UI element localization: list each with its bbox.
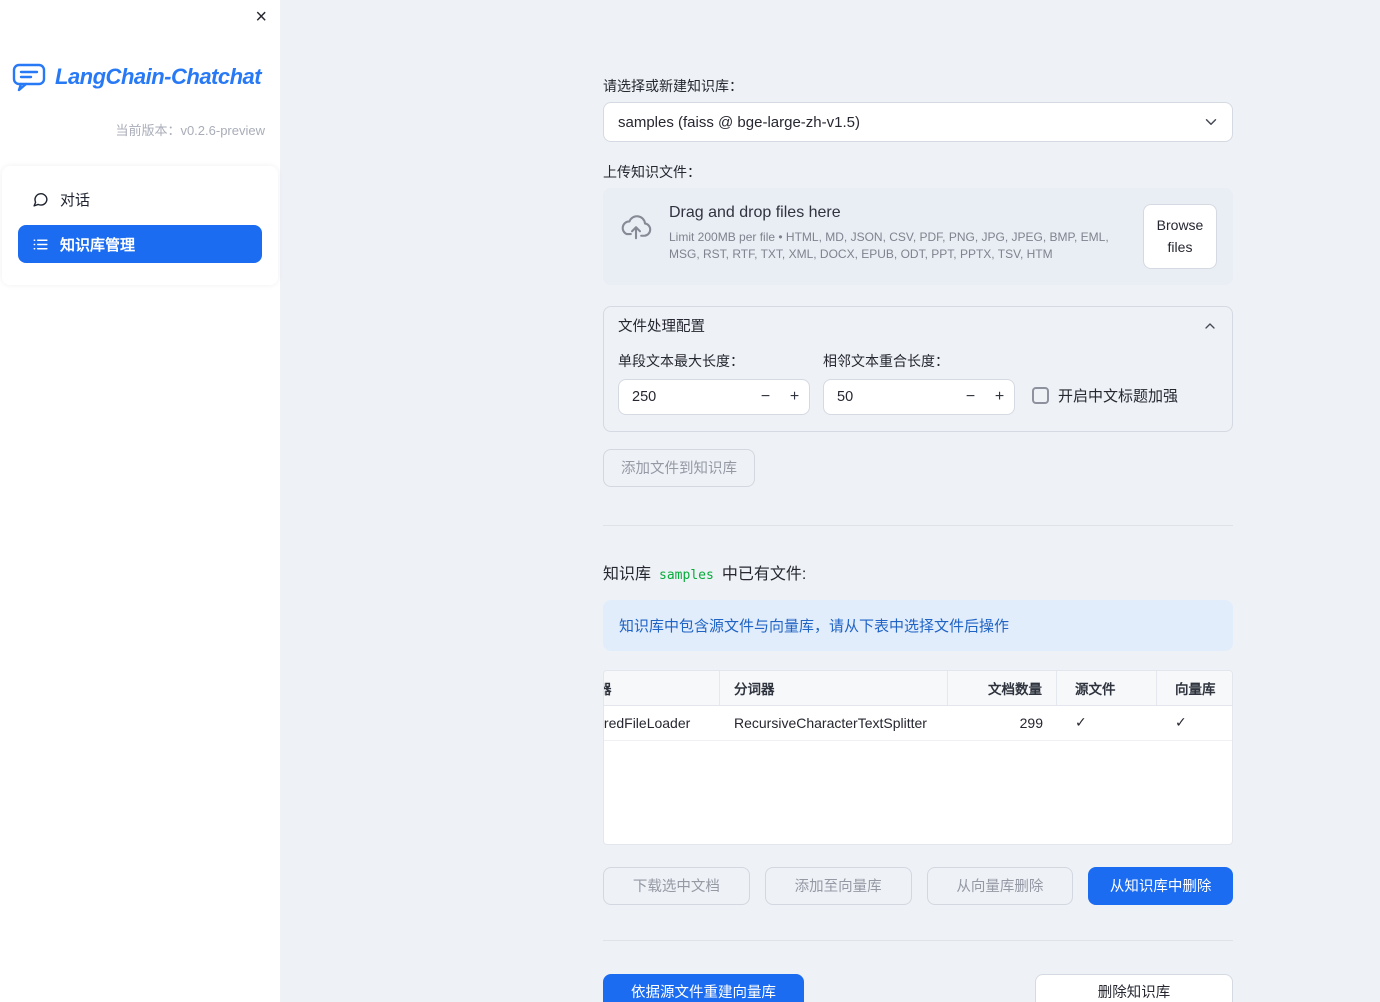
table-header-splitter: 分词器 xyxy=(720,670,948,705)
delete-kb-button[interactable]: 删除知识库 xyxy=(1035,973,1233,1002)
cell-vector-store-check: ✓ xyxy=(1175,714,1187,731)
chunk-size-label: 单段文本最大长度： xyxy=(618,352,744,369)
file-config-expander-header[interactable]: 文件处理配置 xyxy=(604,307,1232,345)
chunk-size-increment-button[interactable]: + xyxy=(780,388,809,406)
cell-splitter: RecursiveCharacterTextSplitter xyxy=(734,714,927,731)
upload-label: 上传知识文件： xyxy=(603,164,701,180)
chunk-size-group: 单段文本最大长度： 250 − + xyxy=(618,351,810,415)
kb-management-row: 依据源文件重建向量库 删除知识库 xyxy=(603,973,1233,1002)
kb-selectbox-value: samples (faiss @ bge-large-zh-v1.5) xyxy=(618,113,860,131)
sidebar-item-label: 知识库管理 xyxy=(60,236,136,254)
download-selected-button[interactable]: 下载选中文档 xyxy=(603,866,750,905)
table-header-row: 文档加载器 分词器 文档数量 源文件 向量库 xyxy=(604,670,1232,706)
divider xyxy=(603,939,1233,941)
delete-from-kb-button[interactable]: 从知识库中删除 xyxy=(1088,866,1233,905)
table-header-source-file: 源文件 xyxy=(1057,670,1157,705)
app-title: LangChain-Chatchat xyxy=(55,64,262,89)
overlap-size-label: 相邻文本重合长度： xyxy=(823,352,949,369)
knowledge-list-icon xyxy=(32,236,49,253)
cloud-upload-icon xyxy=(619,204,653,242)
kb-name-code: samples xyxy=(659,567,714,583)
kb-selectbox[interactable]: samples (faiss @ bge-large-zh-v1.5) xyxy=(603,102,1233,142)
kb-files-prefix: 知识库 xyxy=(603,565,652,583)
sidebar-menu: 对话 知识库管理 xyxy=(2,166,278,285)
delete-from-vector-store-button[interactable]: 从向量库删除 xyxy=(926,866,1074,905)
cell-loader: UnstructuredFileLoader xyxy=(603,714,691,731)
kb-info-banner: 知识库中包含源文件与向量库，请从下表中选择文件后操作 xyxy=(603,599,1233,651)
sidebar-item-dialogue[interactable]: 对话 xyxy=(18,180,262,218)
table-header-vector-store: 向量库 xyxy=(1175,681,1216,697)
sidebar-item-knowledge-base[interactable]: 知识库管理 xyxy=(18,225,262,263)
overlap-size-group: 相邻文本重合长度： 50 − + xyxy=(823,351,1015,415)
kb-select-label: 请选择或新建知识库： xyxy=(603,78,743,94)
chunk-size-input[interactable]: 250 − + xyxy=(618,378,810,415)
add-files-to-kb-button[interactable]: 添加文件到知识库 xyxy=(603,448,755,487)
kb-files-heading: 知识库 samples 中已有文件: xyxy=(603,560,1233,584)
zh-title-enhance-checkbox[interactable] xyxy=(1032,386,1049,404)
divider xyxy=(603,524,1233,526)
overlap-size-increment-button[interactable]: + xyxy=(985,388,1014,406)
sidebar: × LangChain-Chatchat 当前版本：v0.2.6-preview… xyxy=(0,0,280,1002)
version-label: 当前版本：v0.2.6-preview xyxy=(115,123,265,138)
table-header-doc-count: 文档数量 xyxy=(948,670,1057,705)
dropzone-limit-text: Limit 200MB per file • HTML, MD, JSON, C… xyxy=(669,230,1109,261)
file-config-title: 文件处理配置 xyxy=(618,319,705,336)
overlap-size-input[interactable]: 50 − + xyxy=(823,378,1015,415)
logo-chat-icon xyxy=(12,62,46,92)
dropzone-texts: Drag and drop files here Limit 200MB per… xyxy=(669,204,1127,263)
add-to-vector-store-button[interactable]: 添加至向量库 xyxy=(764,866,912,905)
dropzone-title: Drag and drop files here xyxy=(669,204,841,221)
chevron-up-icon xyxy=(1202,318,1218,334)
chunk-size-value: 250 xyxy=(632,388,657,405)
app-logo: LangChain-Chatchat xyxy=(12,62,268,92)
main-area: 请选择或新建知识库： samples (faiss @ bge-large-zh… xyxy=(280,0,1380,1002)
sidebar-item-label: 对话 xyxy=(60,191,91,209)
file-dropzone[interactable]: Drag and drop files here Limit 200MB per… xyxy=(603,188,1233,285)
rebuild-vector-store-button[interactable]: 依据源文件重建向量库 xyxy=(603,973,804,1002)
zh-title-enhance-label: 开启中文标题加强 xyxy=(1058,387,1179,405)
zh-title-enhance-row: 开启中文标题加强 xyxy=(1032,385,1178,406)
chunk-size-decrement-button[interactable]: − xyxy=(751,388,780,406)
table-row[interactable]: UnstructuredFileLoader RecursiveCharacte… xyxy=(603,706,1232,741)
file-config-expander: 文件处理配置 单段文本最大长度： 250 − + 相邻文本重合长度： 50 − … xyxy=(603,305,1233,432)
cell-source-file-check: ✓ xyxy=(1075,714,1087,731)
file-config-body: 单段文本最大长度： 250 − + 相邻文本重合长度： 50 − + 开启中文标… xyxy=(604,345,1232,431)
browse-files-button[interactable]: Browse files xyxy=(1143,204,1217,269)
chevron-down-icon xyxy=(1202,113,1220,131)
file-actions-row: 下载选中文档 添加至向量库 从向量库删除 从知识库中删除 xyxy=(603,866,1233,905)
kb-files-table: 文档加载器 分词器 文档数量 源文件 向量库 UnstructuredFileL… xyxy=(603,669,1233,845)
sidebar-close-button[interactable]: × xyxy=(255,7,267,27)
table-header-loader: 文档加载器 xyxy=(604,670,720,705)
chat-bubble-icon xyxy=(32,191,49,208)
cell-doc-count: 299 xyxy=(1019,714,1043,731)
kb-files-suffix: 中已有文件: xyxy=(721,565,807,583)
overlap-size-decrement-button[interactable]: − xyxy=(956,388,985,406)
overlap-size-value: 50 xyxy=(837,388,854,405)
